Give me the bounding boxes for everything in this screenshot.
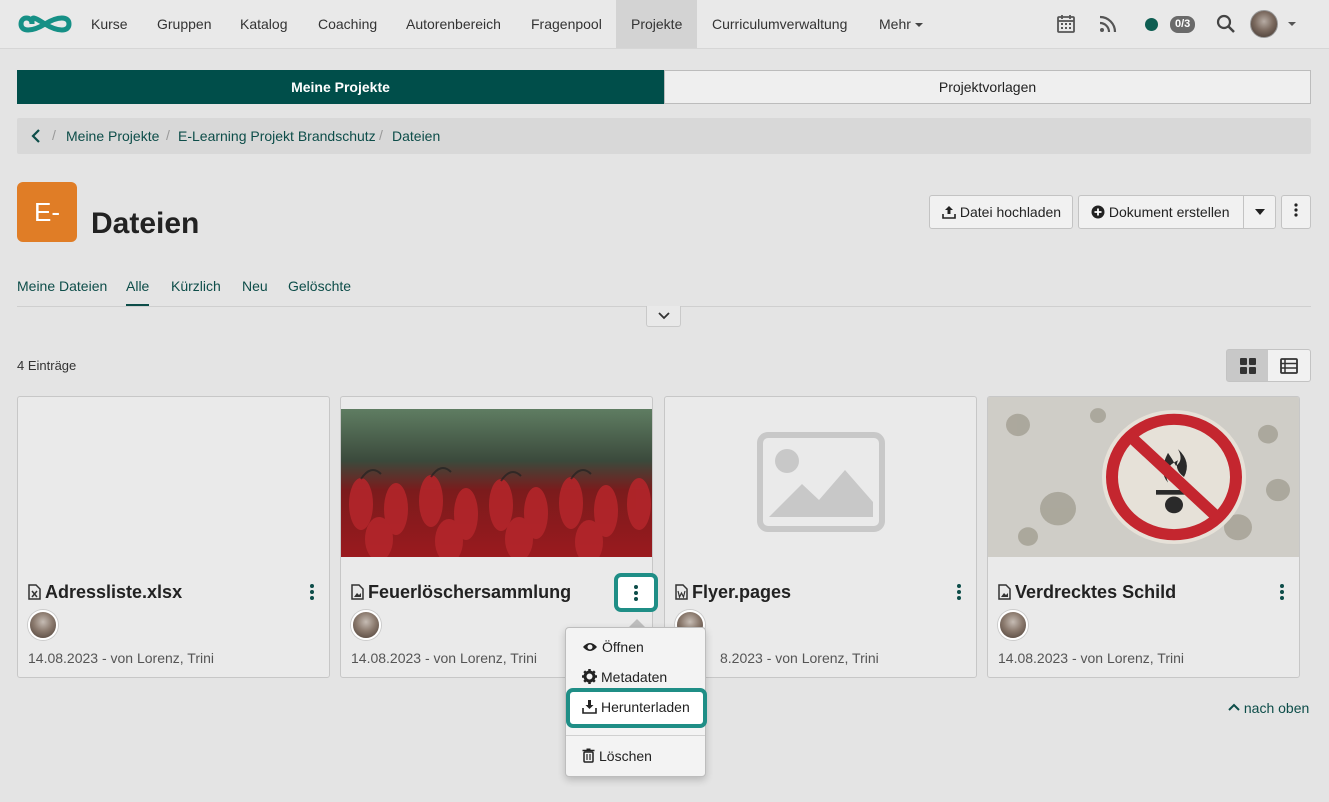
page-title: Dateien	[91, 207, 200, 240]
card-actions-button-highlighted[interactable]	[614, 573, 658, 612]
back-to-top-link[interactable]: nach oben	[1228, 700, 1309, 716]
breadcrumb-separator: /	[379, 127, 383, 143]
nav-item-fragenpool[interactable]: Fragenpool	[516, 0, 617, 48]
grid-view-toggle[interactable]	[1226, 349, 1269, 382]
card-meta: 14.08.2023 - von Lorenz, Trini	[28, 650, 215, 666]
caret-down-icon	[914, 23, 923, 28]
card-meta: 14.08.2023 - von Lorenz, Trini	[351, 650, 538, 666]
card-meta: 14.08.2023 - von Lorenz, Trini	[998, 650, 1185, 666]
online-status-icon[interactable]	[1145, 18, 1158, 31]
menu-item-metadata[interactable]: Metadaten	[582, 669, 667, 685]
kebab-icon[interactable]	[309, 583, 315, 601]
upload-file-label: Datei hochladen	[959, 204, 1062, 220]
tab-alle[interactable]: Alle	[126, 278, 150, 307]
kebab-icon	[1294, 203, 1298, 217]
card-title[interactable]: Adressliste.xlsx	[45, 582, 182, 603]
plus-circle-icon	[1091, 205, 1105, 219]
search-icon[interactable]	[1216, 14, 1236, 34]
entries-count: 4 Einträge	[17, 358, 77, 373]
avatar[interactable]	[351, 610, 381, 640]
avatar[interactable]	[28, 610, 58, 640]
nav-more-label: Mehr	[879, 16, 911, 32]
nav-item-curriculumverwaltung[interactable]: Curriculumverwaltung	[697, 0, 862, 48]
grid-icon	[1240, 358, 1256, 374]
eye-icon	[583, 642, 597, 651]
extinguishers-thumbnail	[341, 409, 652, 557]
excel-file-icon	[28, 584, 41, 600]
rss-icon[interactable]	[1098, 14, 1118, 34]
menu-item-download-label: Herunterladen	[601, 699, 690, 715]
segment-projektvorlagen[interactable]: Projektvorlagen	[664, 70, 1311, 104]
trash-icon	[582, 748, 595, 764]
card-title[interactable]: Feuerlöschersammlung	[368, 582, 571, 603]
nav-item-coaching[interactable]: Coaching	[303, 0, 392, 48]
breadcrumb-item-project[interactable]: E-Learning Projekt Brandschutz	[178, 128, 376, 144]
expand-filter-button[interactable]	[646, 306, 681, 327]
segment-meine-projekte[interactable]: Meine Projekte	[17, 70, 664, 104]
more-actions-button[interactable]	[1281, 195, 1311, 229]
download-icon	[582, 699, 597, 714]
breadcrumb: / Meine Projekte / E-Learning Projekt Br…	[17, 118, 1311, 154]
menu-item-delete-label: Löschen	[599, 748, 652, 764]
nav-item-projekte[interactable]: Projekte	[616, 0, 698, 48]
nav-item-katalog[interactable]: Katalog	[225, 0, 302, 48]
tab-neu[interactable]: Neu	[242, 278, 268, 294]
nav-item-kurse[interactable]: Kurse	[76, 0, 143, 48]
tab-kuerzlich[interactable]: Kürzlich	[171, 278, 221, 294]
list-view-toggle[interactable]	[1268, 349, 1311, 382]
user-avatar[interactable]	[1250, 10, 1278, 38]
file-card[interactable]	[17, 396, 330, 678]
menu-item-download[interactable]: Herunterladen	[582, 699, 690, 715]
card-title[interactable]: Verdrecktes Schild	[1015, 582, 1176, 603]
menu-item-open-label: Öffnen	[602, 639, 644, 655]
kebab-icon	[634, 585, 638, 601]
tab-meine-dateien[interactable]: Meine Dateien	[17, 278, 107, 294]
create-document-dropdown-button[interactable]	[1243, 195, 1276, 229]
file-card[interactable]	[664, 396, 977, 678]
breadcrumb-item-meine-projekte[interactable]: Meine Projekte	[66, 128, 159, 144]
nav-item-gruppen[interactable]: Gruppen	[142, 0, 226, 48]
chevron-up-icon	[1228, 703, 1240, 711]
notification-badge[interactable]: 0/3	[1170, 16, 1196, 33]
calendar-icon[interactable]	[1056, 14, 1076, 34]
nav-item-autorenbereich[interactable]: Autorenbereich	[391, 0, 516, 48]
card-title[interactable]: Flyer.pages	[692, 582, 791, 603]
word-file-icon	[675, 584, 688, 600]
dropdown-arrow	[629, 619, 645, 627]
create-document-label: Dokument erstellen	[1108, 204, 1230, 220]
create-document-button[interactable]: Dokument erstellen	[1078, 195, 1244, 229]
menu-item-metadata-label: Metadaten	[601, 669, 668, 685]
menu-item-open[interactable]: Öffnen	[582, 639, 644, 655]
gear-icon	[582, 669, 597, 685]
back-to-top-label: nach oben	[1243, 700, 1310, 716]
menu-divider	[566, 735, 705, 736]
breadcrumb-separator: /	[52, 127, 56, 143]
kebab-icon[interactable]	[1279, 583, 1285, 601]
caret-down-icon	[1255, 209, 1265, 215]
upload-icon	[942, 206, 956, 220]
avatar[interactable]	[998, 610, 1028, 640]
upload-file-button[interactable]: Datei hochladen	[929, 195, 1073, 229]
nav-item-mehr[interactable]: Mehr	[864, 0, 938, 48]
caret-down-icon[interactable]	[1288, 22, 1296, 26]
kebab-icon[interactable]	[956, 583, 962, 601]
no-fire-sign-thumbnail	[988, 397, 1299, 557]
list-icon	[1280, 358, 1298, 374]
project-icon: E-	[17, 182, 77, 242]
tab-geloeschte[interactable]: Gelöschte	[288, 278, 351, 294]
card-meta: 8.2023 - von Lorenz, Trini	[720, 650, 879, 666]
openolat-logo-icon[interactable]	[18, 10, 72, 38]
breadcrumb-separator: /	[166, 127, 170, 143]
top-navigation: Kurse Gruppen Katalog Coaching Autorenbe…	[0, 0, 1329, 49]
image-file-icon	[998, 584, 1011, 600]
image-file-icon	[351, 584, 364, 600]
breadcrumb-item-dateien[interactable]: Dateien	[392, 128, 440, 144]
chevron-down-icon	[658, 312, 670, 320]
file-card[interactable]	[987, 396, 1300, 678]
image-placeholder-icon	[757, 432, 885, 532]
chevron-left-icon[interactable]	[29, 128, 43, 144]
menu-item-delete[interactable]: Löschen	[582, 748, 652, 764]
